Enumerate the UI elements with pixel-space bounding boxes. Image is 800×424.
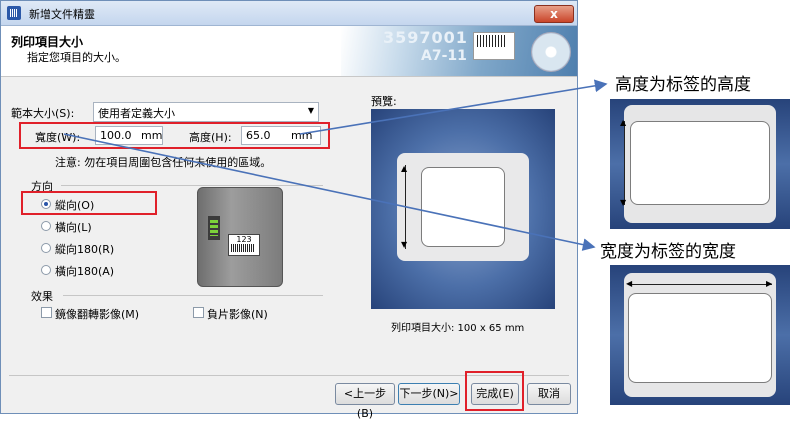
height-annotation-arrow <box>299 79 608 135</box>
arrow-left-icon: ◀ <box>626 279 633 288</box>
width-example-image: ◀ ▶ <box>610 265 790 405</box>
width-annotation-text: 宽度为标签的宽度 <box>600 242 736 262</box>
label-preview <box>630 121 770 205</box>
arrow-right-icon: ▶ <box>766 279 773 288</box>
height-annotation-text: 高度为标签的高度 <box>615 75 751 95</box>
arrow-down-icon: ▼ <box>620 198 627 207</box>
label-preview <box>628 293 772 383</box>
arrow-up-icon: ▲ <box>620 118 627 127</box>
width-annotation-arrow <box>63 133 596 251</box>
height-example-image: ▲ ▼ <box>610 99 790 229</box>
width-dimension-line <box>628 284 772 285</box>
height-dimension-line <box>624 121 625 205</box>
